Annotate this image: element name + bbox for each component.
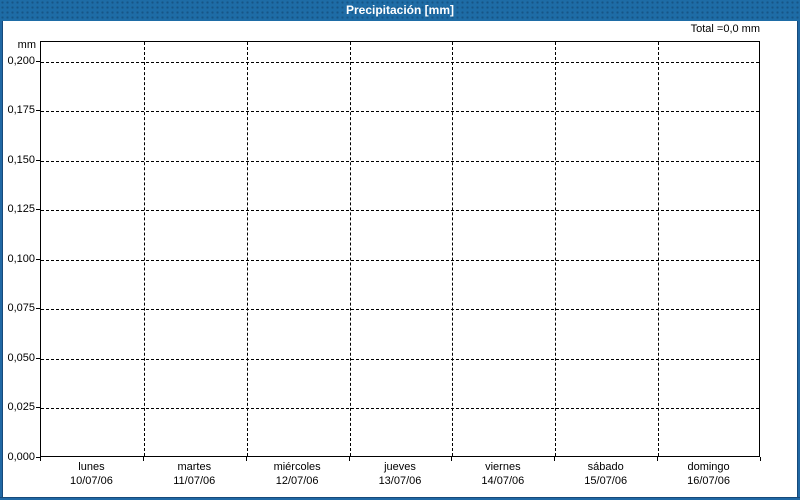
y-tick-label: 0,025 (7, 401, 35, 413)
x-day-label: domingo (687, 461, 730, 473)
v-gridline (144, 42, 145, 456)
v-gridline (658, 42, 659, 456)
h-gridline (41, 111, 759, 112)
y-tick-label: 0,200 (7, 55, 35, 67)
x-category-label: martes 11/07/06 (143, 461, 246, 489)
y-tick-mark (36, 160, 40, 161)
y-tick-mark (36, 407, 40, 408)
y-tick-label: 0,050 (7, 352, 35, 364)
h-gridline (41, 62, 759, 63)
x-tick-mark (760, 457, 761, 461)
y-tick-mark (36, 259, 40, 260)
v-gridline (555, 42, 556, 456)
y-tick-mark (36, 308, 40, 309)
x-date-label: 13/07/06 (378, 475, 422, 487)
chart-title: Precipitación [mm] (345, 3, 455, 17)
v-gridline (350, 42, 351, 456)
v-gridline (452, 42, 453, 456)
y-tick-label: 0,075 (7, 302, 35, 314)
y-tick-mark (36, 209, 40, 210)
x-category-label: jueves 13/07/06 (349, 461, 452, 489)
x-day-label: lunes (78, 461, 105, 473)
x-date-label: 11/07/06 (173, 475, 216, 487)
total-annotation: Total =0,0 mm (690, 23, 760, 35)
x-category-label: domingo 16/07/06 (657, 461, 760, 489)
y-tick-mark (36, 110, 40, 111)
x-day-label: jueves (384, 461, 416, 473)
x-date-label: 15/07/06 (584, 475, 628, 487)
v-gridline (247, 42, 248, 456)
x-date-label: 10/07/06 (70, 475, 113, 487)
h-gridline (41, 309, 759, 310)
y-tick-label: 0,000 (7, 451, 35, 463)
h-gridline (41, 161, 759, 162)
plot-area (40, 41, 760, 457)
h-gridline (41, 210, 759, 211)
x-date-label: 14/07/06 (481, 475, 525, 487)
y-tick-label: 0,150 (7, 154, 35, 166)
x-category-label: sábado 15/07/06 (554, 461, 657, 489)
x-day-label: miércoles (273, 461, 321, 473)
y-tick-label: 0,175 (7, 104, 35, 116)
y-axis-unit-label: mm (17, 39, 36, 51)
x-category-label: lunes 10/07/06 (40, 461, 143, 489)
h-gridline (41, 408, 759, 409)
x-category-label: viernes 14/07/06 (451, 461, 554, 489)
y-tick-mark (36, 358, 40, 359)
x-day-label: martes (177, 461, 212, 473)
window-titlebar: Precipitación [mm] (0, 0, 800, 21)
h-gridline (41, 260, 759, 261)
x-date-label: 12/07/06 (275, 475, 319, 487)
x-date-label: 16/07/06 (687, 475, 730, 487)
h-gridline (41, 359, 759, 360)
y-tick-label: 0,100 (7, 253, 35, 265)
y-tick-mark (36, 61, 40, 62)
y-tick-label: 0,125 (7, 203, 35, 215)
chart-window: Precipitación [mm] Total =0,0 mm mm 0,00… (0, 0, 800, 500)
x-category-label: miércoles 12/07/06 (246, 461, 349, 489)
x-day-label: sábado (587, 461, 624, 473)
x-day-label: viernes (485, 461, 521, 473)
